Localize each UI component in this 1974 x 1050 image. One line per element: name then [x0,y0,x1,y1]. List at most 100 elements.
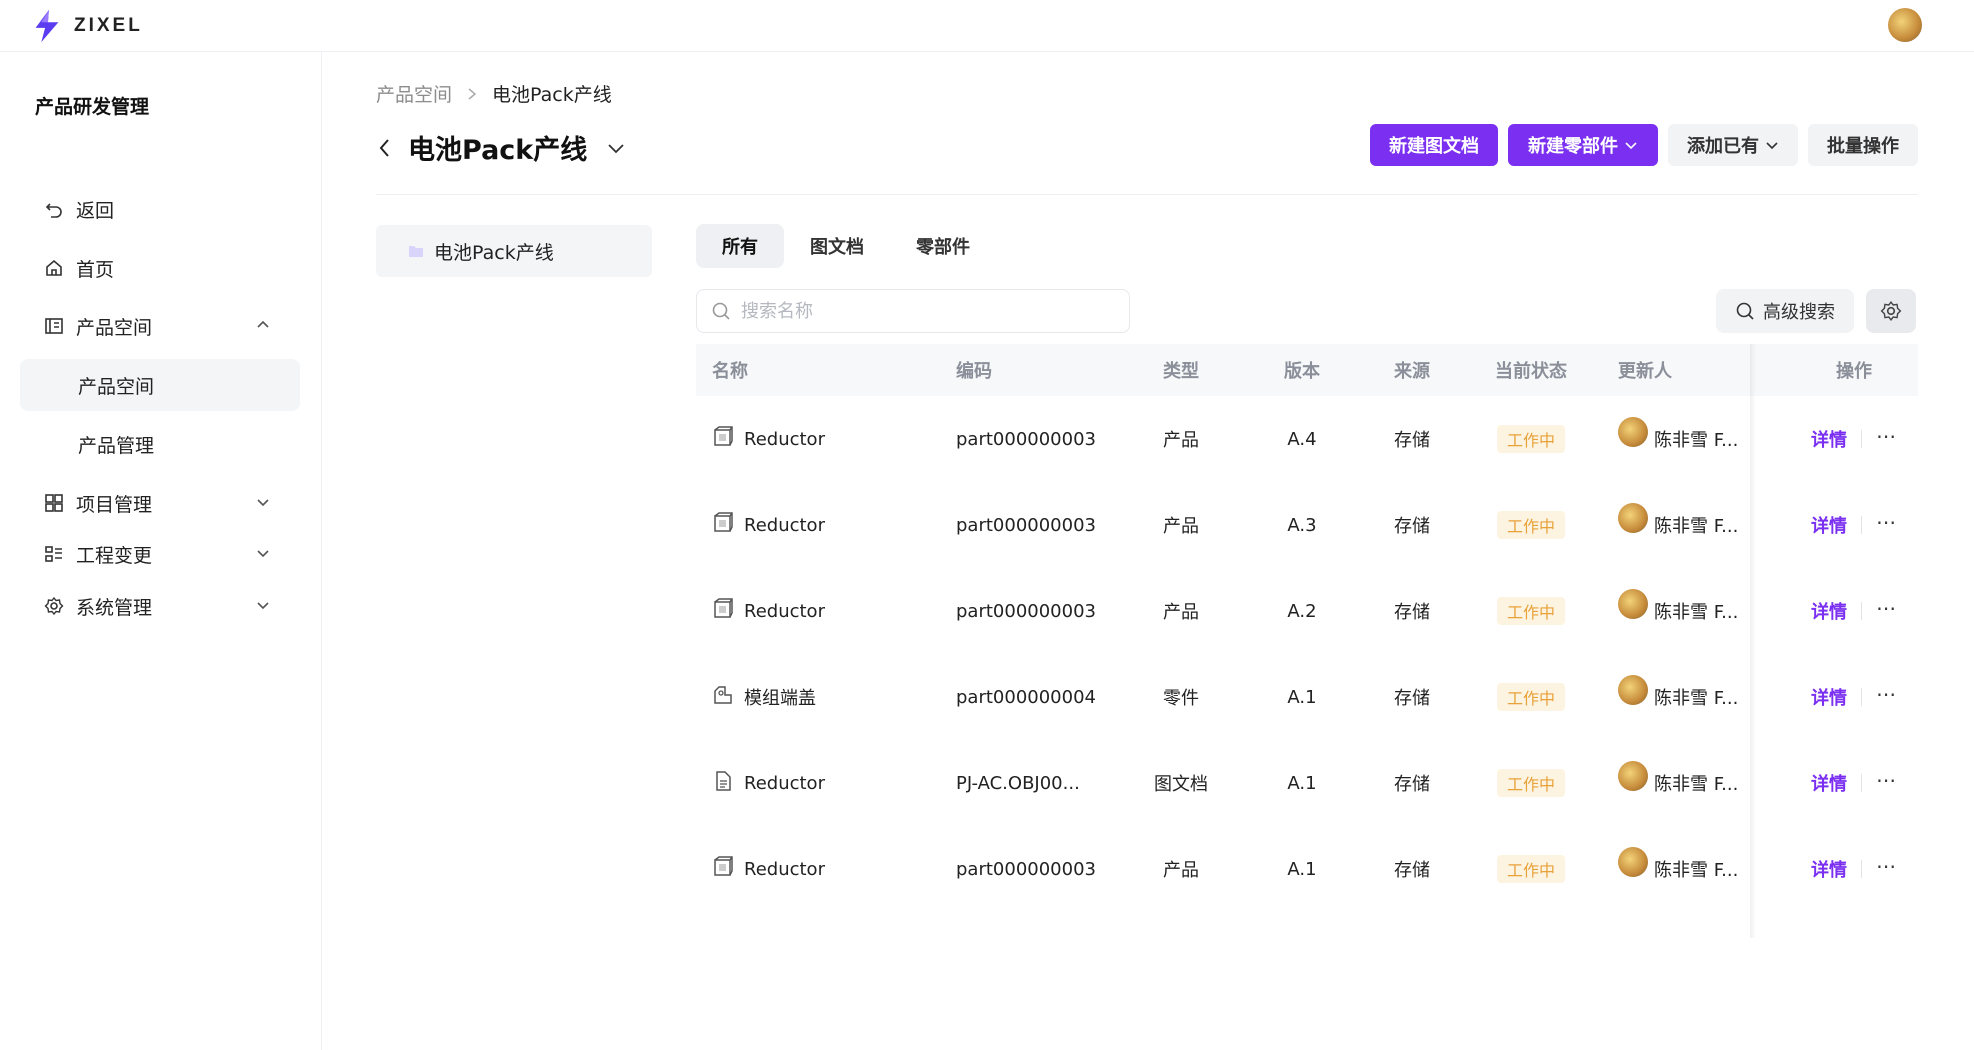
more-icon[interactable]: ⋯ [1876,682,1897,706]
sidebar-title: 产品研发管理 [35,96,150,118]
chevron-right-icon [468,87,477,100]
search-input[interactable] [741,300,1101,322]
cell-version: A.1 [1287,858,1317,880]
sidebar-item-product-space-sub[interactable]: 产品空间 [20,359,300,411]
detail-link[interactable]: 详情 [1811,426,1847,452]
action-divider [1861,430,1862,448]
new-document-button[interactable]: 新建图文档 [1370,124,1498,166]
cell-name: Reductor [712,425,825,453]
chevron-down-icon[interactable] [254,544,272,562]
detail-link[interactable]: 详情 [1811,512,1847,538]
sidebar-item-label: 工程变更 [76,544,153,567]
updater-name: 陈非雪 F... [1654,860,1739,881]
cell-actions: 详情 ⋯ [1786,854,1922,882]
chevron-down-icon[interactable] [254,596,272,614]
column-header-type: 类型 [1163,361,1199,382]
new-part-button[interactable]: 新建零部件 [1508,124,1658,166]
column-header-updater: 更新人 [1618,361,1672,382]
parts-table: 名称 编码 类型 版本 来源 当前状态 更新人 操作 Reductor part0… [696,344,1918,938]
sidebar-item-product-space[interactable]: 产品空间 [20,300,300,352]
tab-parts[interactable]: 零部件 [890,224,996,268]
add-existing-button[interactable]: 添加已有 [1668,124,1798,166]
cell-code: part000000004 [956,686,1096,708]
product-box-icon [712,597,734,625]
status-badge: 工作中 [1496,683,1565,711]
table-row[interactable]: 模组端盖 part000000004 零件 A.1 存储 工作中 陈非雪 F... 详情 ⋯ [696,654,1918,740]
advanced-search-button[interactable]: 高级搜索 [1716,289,1854,333]
updater-name: 陈非雪 F... [1654,516,1739,537]
action-divider [1861,860,1862,878]
cell-name-text: Reductor [744,772,825,794]
cell-actions: 详情 ⋯ [1786,510,1922,538]
tree-node[interactable]: 电池Pack产线 [376,225,652,277]
cell-status: 工作中 [1486,425,1576,453]
sidebar-item-system-management[interactable]: 系统管理 [20,580,300,632]
sidebar-item-engineering-change[interactable]: 工程变更 [20,528,300,580]
cell-version: A.1 [1287,772,1317,794]
cell-name-text: 模组端盖 [744,688,816,709]
change-icon [44,544,64,564]
cell-name: 模组端盖 [712,684,816,711]
back-chevron-icon[interactable] [376,136,394,160]
chevron-down-icon [1766,142,1778,150]
header-divider [376,194,1918,195]
detail-link[interactable]: 详情 [1811,856,1847,882]
button-label: 批量操作 [1827,136,1899,157]
cell-actions: 详情 ⋯ [1786,768,1922,796]
more-icon[interactable]: ⋯ [1876,424,1897,448]
cell-code: part000000003 [956,600,1096,622]
updater-name: 陈非雪 F... [1654,688,1739,709]
cell-source: 存储 [1394,602,1430,623]
page-header: 电池Pack产线 [376,128,627,167]
breadcrumb-parent[interactable]: 产品空间 [376,80,452,107]
cell-status: 工作中 [1486,683,1576,711]
table-row[interactable]: Reductor part000000003 产品 A.3 存储 工作中 陈非雪 F... 详… [696,482,1918,568]
tab-documents[interactable]: 图文档 [784,224,890,268]
chevron-up-icon[interactable] [254,316,272,334]
cell-name: Reductor [712,770,825,797]
chevron-down-icon[interactable] [605,137,627,159]
table-row[interactable]: Reductor part000000003 产品 A.4 存储 工作中 陈非雪 F... 详… [696,396,1918,482]
batch-operation-button[interactable]: 批量操作 [1808,124,1918,166]
sidebar-item-label: 系统管理 [76,596,153,619]
page-title: 电池Pack产线 [408,135,588,166]
cell-source: 存储 [1394,688,1430,709]
top-bar: ZIXEL [0,0,1974,52]
more-icon[interactable]: ⋯ [1876,768,1897,792]
cell-status: 工作中 [1486,855,1576,883]
folder-icon [409,246,423,257]
settings-icon [44,596,64,616]
fixed-column-shadow [1750,344,1756,938]
table-row[interactable]: Reductor part000000003 产品 A.2 存储 工作中 陈非雪 F... 详… [696,568,1918,654]
button-label: 新建零部件 [1528,136,1618,157]
chevron-down-icon[interactable] [254,493,272,511]
action-divider [1861,774,1862,792]
detail-link[interactable]: 详情 [1811,770,1847,796]
cell-name: Reductor [712,855,825,883]
cell-type: 产品 [1163,860,1199,881]
tab-all[interactable]: 所有 [696,224,784,268]
sidebar-item-back[interactable]: 返回 [20,183,300,235]
cell-name-text: Reductor [744,600,825,622]
more-icon[interactable]: ⋯ [1876,596,1897,620]
avatar [1618,761,1648,791]
table-row[interactable]: Reductor part000000003 产品 A.1 存储 工作中 陈非雪 F... 详… [696,826,1918,912]
sidebar-item-project-management[interactable]: 项目管理 [20,477,300,529]
table-row[interactable]: Reductor PJ-AC.OBJ00... 图文档 A.1 存储 工作中 陈非雪 F..… [696,740,1918,826]
detail-link[interactable]: 详情 [1811,684,1847,710]
product-box-icon [712,425,734,453]
status-badge: 工作中 [1496,597,1565,625]
table-settings-button[interactable] [1866,289,1916,333]
cell-code: PJ-AC.OBJ00... [956,772,1080,794]
action-divider [1861,516,1862,534]
more-icon[interactable]: ⋯ [1876,510,1897,534]
more-icon[interactable]: ⋯ [1876,854,1897,878]
detail-link[interactable]: 详情 [1811,598,1847,624]
logo[interactable]: ZIXEL [28,6,143,46]
sidebar-item-product-management[interactable]: 产品管理 [20,418,300,470]
table-body: Reductor part000000003 产品 A.4 存储 工作中 陈非雪 F... 详… [696,396,1918,912]
status-badge: 工作中 [1496,855,1565,883]
sidebar-item-label: 产品空间 [78,375,155,398]
sidebar-item-home[interactable]: 首页 [20,242,300,294]
user-avatar[interactable] [1888,8,1922,42]
